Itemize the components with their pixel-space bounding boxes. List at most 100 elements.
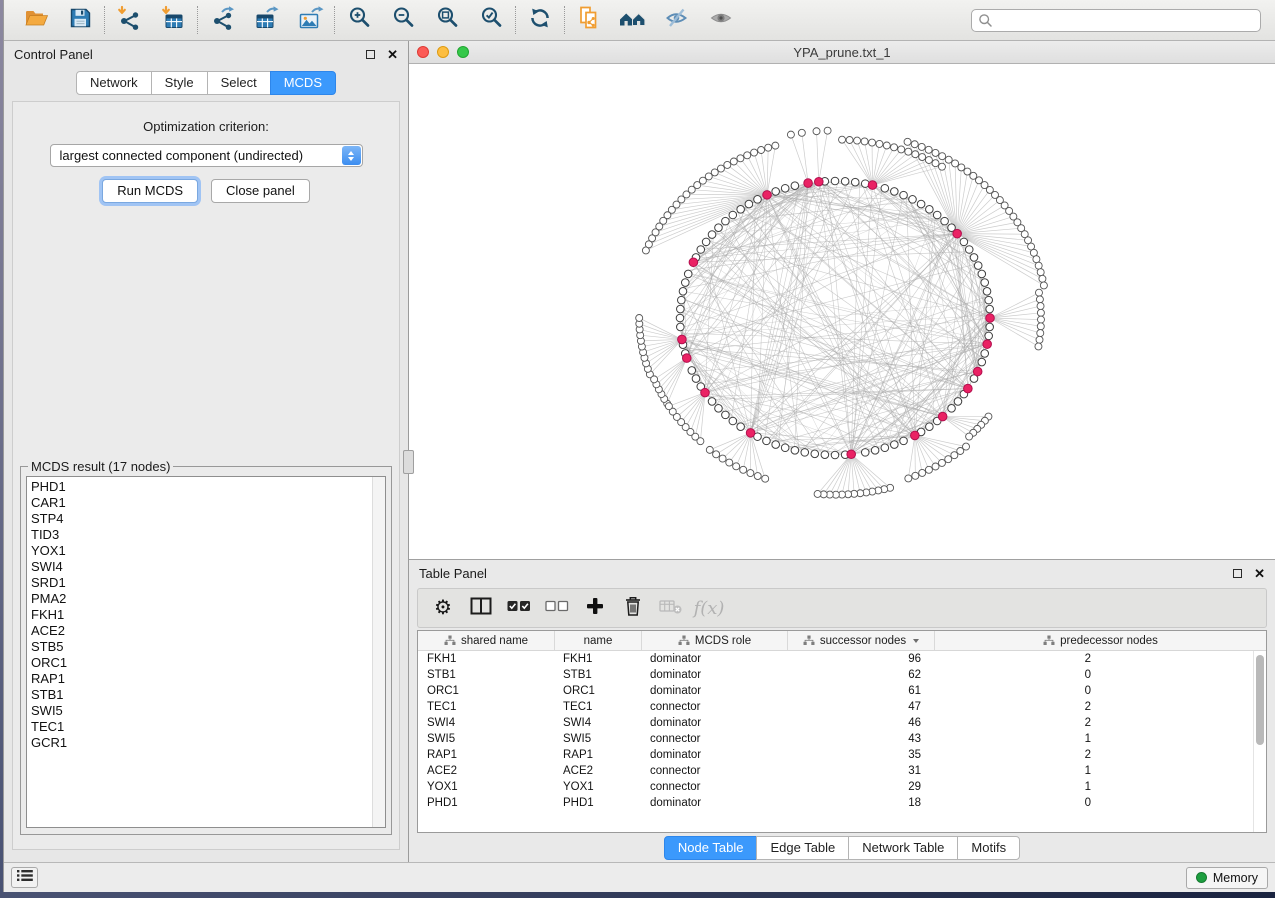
graph-node[interactable]: [715, 405, 723, 413]
graph-node[interactable]: [762, 475, 769, 482]
graph-node[interactable]: [871, 447, 879, 455]
hide-selected-button[interactable]: [655, 4, 699, 36]
graph-node[interactable]: [737, 206, 745, 214]
table-row[interactable]: SWI4SWI4dominator462: [418, 715, 1266, 731]
table-row[interactable]: SWI5SWI5connector431: [418, 731, 1266, 747]
float-panel-icon[interactable]: [366, 50, 375, 59]
dominator-node[interactable]: [911, 431, 920, 440]
graph-node[interactable]: [1037, 323, 1044, 330]
graph-node[interactable]: [717, 165, 724, 172]
graph-node[interactable]: [798, 129, 805, 136]
graph-node[interactable]: [733, 463, 740, 470]
graph-node[interactable]: [954, 398, 962, 406]
graph-node[interactable]: [754, 196, 762, 204]
graph-node[interactable]: [869, 139, 876, 146]
graph-node[interactable]: [713, 451, 720, 458]
close-panel-button[interactable]: Close panel: [211, 179, 310, 203]
graph-node[interactable]: [881, 444, 889, 452]
tab-edge-table[interactable]: Edge Table: [756, 836, 849, 860]
graph-node[interactable]: [708, 231, 716, 239]
save-session-button[interactable]: [58, 4, 102, 36]
graph-node[interactable]: [719, 455, 726, 462]
graph-node[interactable]: [1035, 262, 1042, 269]
graph-node[interactable]: [715, 224, 723, 232]
table-row[interactable]: RAP1RAP1dominator352: [418, 747, 1266, 763]
maximize-window-icon[interactable]: [457, 46, 469, 58]
dominator-node[interactable]: [847, 450, 856, 459]
dominator-node[interactable]: [804, 179, 813, 188]
list-item[interactable]: YOX1: [31, 543, 385, 559]
dominator-node[interactable]: [701, 388, 710, 397]
graph-node[interactable]: [898, 146, 905, 153]
graph-node[interactable]: [876, 140, 883, 147]
zoom-fit-button[interactable]: [425, 4, 469, 36]
graph-node[interactable]: [726, 459, 733, 466]
graph-node[interactable]: [983, 287, 991, 295]
graph-node[interactable]: [692, 375, 700, 383]
criterion-select[interactable]: largest connected component (undirected): [50, 144, 363, 167]
list-item[interactable]: FKH1: [31, 607, 385, 623]
graph-node[interactable]: [747, 470, 754, 477]
graph-node[interactable]: [737, 423, 745, 431]
dominator-node[interactable]: [814, 177, 823, 186]
graph-node[interactable]: [772, 142, 779, 149]
graph-node[interactable]: [841, 177, 849, 185]
search-input[interactable]: [971, 9, 1261, 32]
table-row[interactable]: ACE2ACE2connector311: [418, 763, 1266, 779]
graph-node[interactable]: [938, 163, 945, 170]
graph-node[interactable]: [737, 155, 744, 162]
table-row[interactable]: ORC1ORC1dominator610: [418, 683, 1266, 699]
dominator-node[interactable]: [953, 229, 962, 238]
first-neighbors-button[interactable]: [611, 4, 655, 36]
graph-node[interactable]: [925, 466, 932, 473]
graph-node[interactable]: [985, 332, 993, 340]
graph-node[interactable]: [697, 246, 705, 254]
graph-node[interactable]: [932, 160, 939, 167]
tab-network-table[interactable]: Network Table: [848, 836, 958, 860]
graph-node[interactable]: [740, 466, 747, 473]
graph-node[interactable]: [787, 131, 794, 138]
column-header-mcds-role[interactable]: MCDS role: [642, 631, 788, 650]
list-item[interactable]: SWI5: [31, 703, 385, 719]
table-row[interactable]: YOX1YOX1connector291: [418, 779, 1266, 795]
graph-node[interactable]: [941, 217, 949, 225]
graph-node[interactable]: [919, 154, 926, 161]
close-panel-icon[interactable]: ✕: [387, 48, 398, 61]
graph-node[interactable]: [821, 451, 829, 459]
dominator-node[interactable]: [763, 191, 772, 200]
graph-node[interactable]: [883, 142, 890, 149]
graph-node[interactable]: [781, 444, 789, 452]
deselect-all-columns-button[interactable]: [538, 593, 576, 623]
graph-node[interactable]: [851, 178, 859, 186]
graph-node[interactable]: [919, 469, 926, 476]
table-row[interactable]: PHD1PHD1dominator180: [418, 795, 1266, 811]
graph-node[interactable]: [939, 153, 946, 160]
graph-node[interactable]: [1036, 336, 1043, 343]
graph-node[interactable]: [1035, 343, 1042, 350]
graph-node[interactable]: [945, 456, 952, 463]
column-view-button[interactable]: [462, 593, 500, 623]
graph-node[interactable]: [965, 246, 973, 254]
table-settings-button[interactable]: ⚙: [424, 593, 462, 623]
export-network-button[interactable]: [200, 4, 244, 36]
graph-node[interactable]: [772, 441, 780, 449]
network-canvas[interactable]: [409, 64, 1275, 559]
minimize-window-icon[interactable]: [437, 46, 449, 58]
add-column-button[interactable]: [576, 593, 614, 623]
graph-node[interactable]: [636, 315, 643, 322]
graph-node[interactable]: [891, 144, 898, 151]
graph-node[interactable]: [925, 157, 932, 164]
graph-node[interactable]: [1036, 296, 1043, 303]
network-titlebar[interactable]: YPA_prune.txt_1: [409, 41, 1275, 64]
graph-node[interactable]: [813, 128, 820, 135]
tab-select[interactable]: Select: [207, 71, 271, 95]
graph-node[interactable]: [1040, 282, 1047, 289]
network-graph[interactable]: [409, 64, 1275, 559]
graph-node[interactable]: [831, 177, 839, 185]
graph-node[interactable]: [900, 191, 908, 199]
graph-node[interactable]: [854, 137, 861, 144]
graph-node[interactable]: [891, 441, 899, 449]
close-window-icon[interactable]: [417, 46, 429, 58]
graph-node[interactable]: [891, 188, 899, 196]
graph-node[interactable]: [678, 296, 686, 304]
